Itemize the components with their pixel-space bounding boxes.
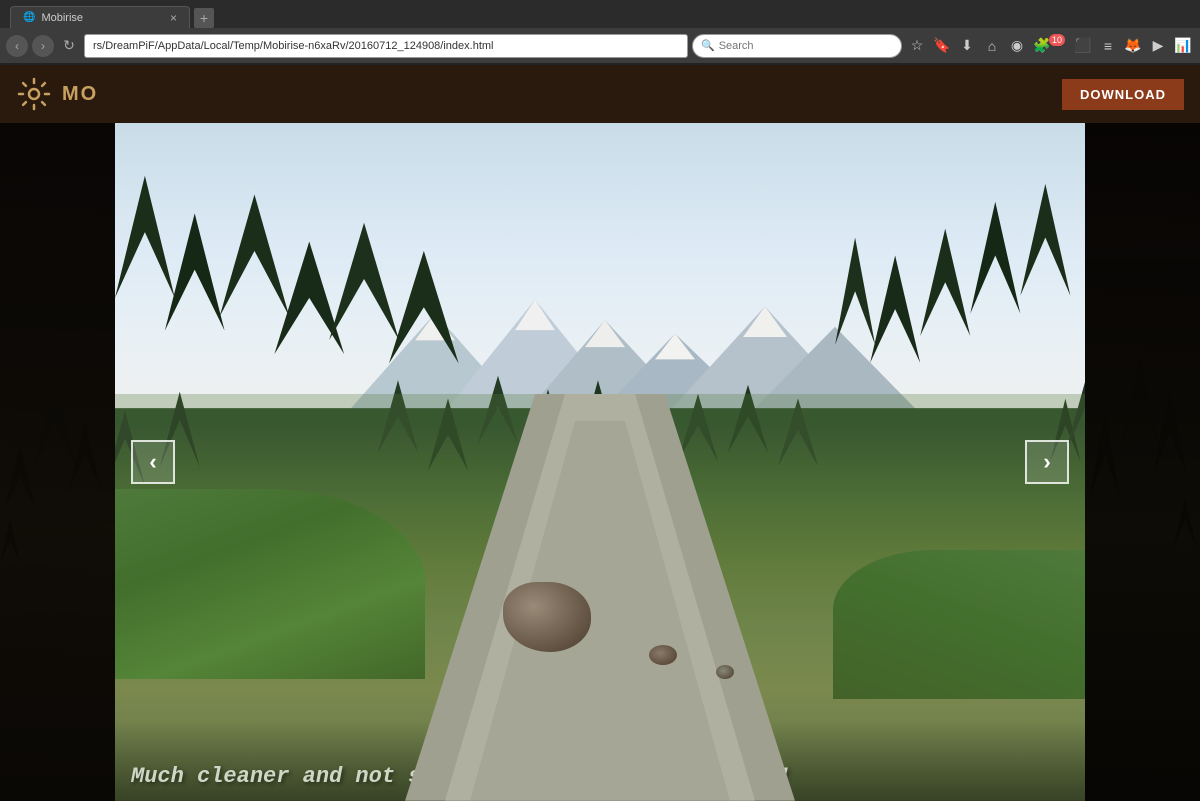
app-container: MO DOWNLOAD — [0, 65, 1200, 801]
side-panel-left — [0, 123, 115, 801]
tab-close-icon[interactable]: × — [162, 11, 177, 25]
menu-button[interactable]: ≡ — [1097, 35, 1119, 57]
content-area: ‹ › Much cleaner and not standing in the… — [0, 123, 1200, 801]
search-input[interactable] — [719, 40, 893, 52]
extensions-area: 🧩 10 — [1031, 35, 1069, 57]
bookmark-button[interactable]: 🔖 — [931, 35, 953, 57]
slide-image — [115, 123, 1085, 801]
download-icon-button[interactable]: ⬇ — [956, 35, 978, 57]
addon1-button[interactable]: 🦊 — [1122, 35, 1144, 57]
browser-tab[interactable]: 🌐 Mobirise × — [10, 6, 190, 28]
main-slider: ‹ › Much cleaner and not standing in the… — [115, 123, 1085, 801]
star-button[interactable]: ☆ — [906, 35, 928, 57]
side-tree-svg-right — [1085, 259, 1200, 801]
address-text: rs/DreamPiF/AppData/Local/Temp/Mobirise-… — [93, 40, 494, 52]
notification-badge: 10 — [1049, 34, 1065, 46]
app-title: MO — [62, 83, 98, 106]
side-tree-svg-left — [0, 259, 115, 801]
app-logo: MO — [16, 76, 98, 112]
vpn-button[interactable]: ◉ — [1006, 35, 1028, 57]
rock-small-1 — [649, 645, 677, 665]
tab-title: Mobirise — [41, 12, 83, 24]
download-button[interactable]: DOWNLOAD — [1062, 79, 1184, 110]
new-tab-button[interactable]: + — [194, 8, 214, 28]
app-topbar: MO DOWNLOAD — [0, 65, 1200, 123]
search-icon: 🔍 — [701, 39, 715, 52]
search-bar-container[interactable]: 🔍 — [692, 34, 902, 58]
address-bar[interactable]: rs/DreamPiF/AppData/Local/Temp/Mobirise-… — [84, 34, 688, 58]
prev-slide-button[interactable]: ‹ — [131, 440, 175, 484]
browser-toolbar: ‹ › ↻ rs/DreamPiF/AppData/Local/Temp/Mob… — [0, 28, 1200, 64]
browser-tabs: 🌐 Mobirise × + — [0, 0, 1200, 28]
reload-button[interactable]: ↻ — [58, 35, 80, 57]
toolbar-icons: ☆ 🔖 ⬇ ⌂ ◉ 🧩 10 ⬛ ≡ 🦊 ▶ 📊 — [906, 35, 1194, 57]
browser-chrome: 🌐 Mobirise × + ‹ › ↻ rs/DreamPiF/AppData… — [0, 0, 1200, 65]
back-button[interactable]: ‹ — [6, 35, 28, 57]
next-slide-button[interactable]: › — [1025, 440, 1069, 484]
gear-icon — [16, 76, 52, 112]
forward-button[interactable]: › — [32, 35, 54, 57]
boulder — [503, 582, 591, 652]
addon3-button[interactable]: 📊 — [1172, 35, 1194, 57]
path-svg — [115, 394, 1085, 801]
side-panel-right — [1085, 123, 1200, 801]
downloads-panel-button[interactable]: ⬛ — [1072, 35, 1094, 57]
addon2-button[interactable]: ▶ — [1147, 35, 1169, 57]
home-button[interactable]: ⌂ — [981, 35, 1003, 57]
